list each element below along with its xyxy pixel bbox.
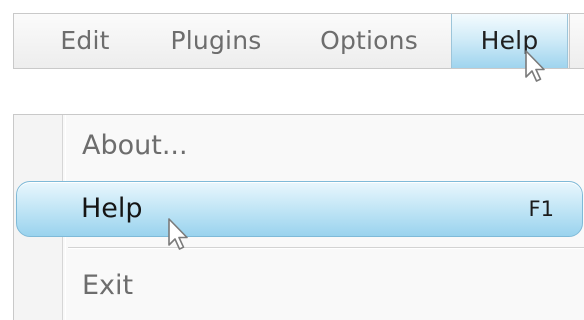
- menu-item-exit-label: Exit: [82, 270, 134, 301]
- app-screen: Edit Plugins Options Help About... Help …: [0, 0, 584, 320]
- menu-item-exit[interactable]: Exit: [14, 255, 584, 315]
- menu-item-help-shortcut: F1: [528, 197, 554, 221]
- menu-item-help[interactable]: Help F1: [16, 181, 583, 237]
- menu-bar: Edit Plugins Options Help: [13, 13, 584, 69]
- menu-plugins[interactable]: Plugins: [148, 14, 284, 68]
- menu-item-about-label: About...: [82, 130, 188, 161]
- menu-separator: [68, 247, 584, 249]
- menu-item-help-label: Help: [81, 193, 143, 224]
- arrow-cursor-icon: [524, 50, 548, 84]
- arrow-cursor-icon: [167, 218, 191, 252]
- menu-help[interactable]: Help: [451, 14, 568, 68]
- help-dropdown-menu: About... Help F1 Exit: [13, 114, 584, 320]
- menu-edit[interactable]: Edit: [50, 14, 120, 68]
- menu-options[interactable]: Options: [304, 14, 434, 68]
- menu-item-about[interactable]: About...: [14, 115, 584, 175]
- menu-bar-divider: [569, 14, 570, 68]
